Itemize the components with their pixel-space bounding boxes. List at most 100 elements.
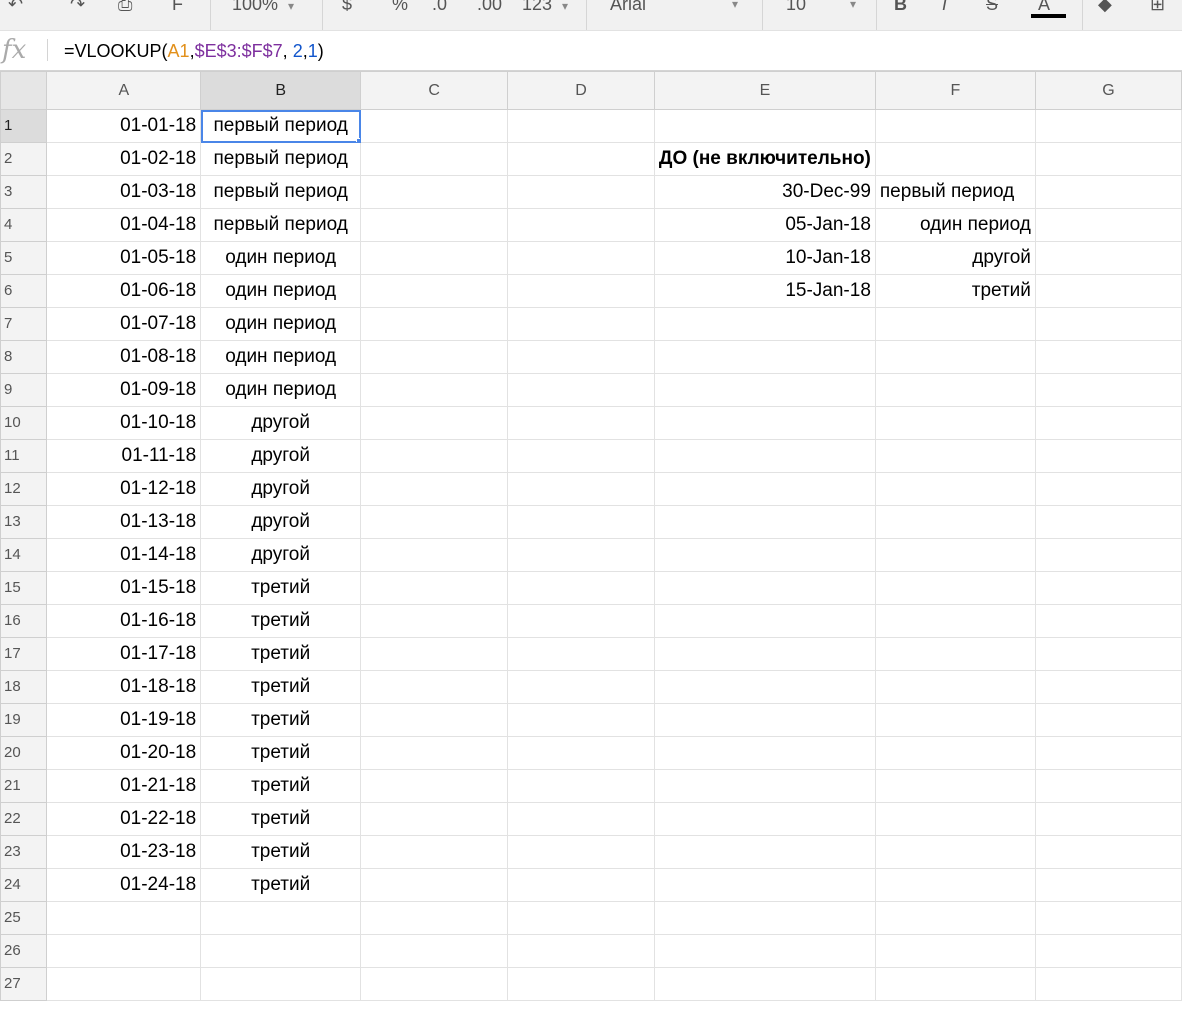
cell-b[interactable]: другой: [200, 406, 362, 440]
font-select[interactable]: Arial: [610, 0, 646, 17]
column-header-f[interactable]: F: [874, 71, 1036, 110]
cell-d[interactable]: [507, 901, 655, 935]
cell-e[interactable]: [653, 835, 876, 869]
row-header[interactable]: 2: [0, 142, 48, 176]
print-icon[interactable]: ⎙: [118, 0, 132, 17]
cell-f[interactable]: [874, 802, 1036, 836]
active-cell-b1[interactable]: первый период: [200, 109, 362, 143]
cell-b[interactable]: третий: [200, 769, 362, 803]
row-header[interactable]: 16: [0, 604, 48, 638]
row-header[interactable]: 13: [0, 505, 48, 539]
cell-d[interactable]: [507, 373, 655, 407]
cell-c[interactable]: [360, 571, 509, 605]
row-header[interactable]: 3: [0, 175, 48, 209]
cell-a[interactable]: 01-04-18: [46, 208, 202, 242]
column-header-g[interactable]: G: [1034, 71, 1182, 110]
cell-g[interactable]: [1034, 241, 1182, 275]
cell-f[interactable]: другой: [874, 241, 1036, 275]
cell-g[interactable]: [1034, 472, 1182, 506]
cell-e[interactable]: [653, 637, 876, 671]
cell-e[interactable]: [653, 439, 876, 473]
cell-c[interactable]: [360, 901, 509, 935]
percent-format-button[interactable]: %: [392, 0, 408, 17]
cell-e[interactable]: [653, 604, 876, 638]
row-header[interactable]: 7: [0, 307, 48, 341]
cell-d[interactable]: [507, 703, 655, 737]
cell-e[interactable]: [653, 571, 876, 605]
cell-a[interactable]: 01-08-18: [46, 340, 202, 374]
column-header-c[interactable]: C: [360, 71, 509, 110]
cell-c[interactable]: [360, 208, 509, 242]
cell-a[interactable]: 01-13-18: [46, 505, 202, 539]
cell-a[interactable]: 01-09-18: [46, 373, 202, 407]
cell-b[interactable]: третий: [200, 736, 362, 770]
cell-a[interactable]: [46, 934, 202, 968]
cell-f[interactable]: [874, 637, 1036, 671]
column-header-e[interactable]: E: [653, 71, 876, 110]
cell-d[interactable]: [507, 406, 655, 440]
fill-color-icon[interactable]: ◆: [1098, 0, 1112, 17]
cell-b[interactable]: один период: [200, 340, 362, 374]
cell-g[interactable]: [1034, 670, 1182, 704]
row-header[interactable]: 19: [0, 703, 48, 737]
row-header[interactable]: 26: [0, 934, 48, 968]
cell-a[interactable]: 01-24-18: [46, 868, 202, 902]
cell-a[interactable]: [46, 967, 202, 1001]
cell-d[interactable]: [507, 571, 655, 605]
row-header[interactable]: 20: [0, 736, 48, 770]
cell-e[interactable]: 05-Jan-18: [653, 208, 876, 242]
row-header[interactable]: 15: [0, 571, 48, 605]
cell-a[interactable]: 01-19-18: [46, 703, 202, 737]
cell-e[interactable]: [653, 109, 876, 143]
cell-b[interactable]: один период: [200, 274, 362, 308]
cell-b[interactable]: третий: [200, 604, 362, 638]
cell-f[interactable]: [874, 307, 1036, 341]
cell-a[interactable]: 01-07-18: [46, 307, 202, 341]
cell-b[interactable]: первый период: [200, 175, 362, 209]
cell-d[interactable]: [507, 967, 655, 1001]
cell-c[interactable]: [360, 703, 509, 737]
cell-g[interactable]: [1034, 901, 1182, 935]
cell-b[interactable]: [200, 934, 362, 968]
cell-e[interactable]: [653, 670, 876, 704]
italic-button[interactable]: I: [942, 0, 947, 17]
cell-e[interactable]: 15-Jan-18: [653, 274, 876, 308]
cell-g[interactable]: [1034, 604, 1182, 638]
cell-g[interactable]: [1034, 505, 1182, 539]
row-header[interactable]: 4: [0, 208, 48, 242]
cell-g[interactable]: [1034, 307, 1182, 341]
cell-g[interactable]: [1034, 736, 1182, 770]
cell-a[interactable]: 01-17-18: [46, 637, 202, 671]
cell-b[interactable]: [200, 967, 362, 1001]
cell-c[interactable]: [360, 736, 509, 770]
column-header-a[interactable]: A: [46, 71, 202, 110]
cell-f[interactable]: [874, 142, 1036, 176]
select-all-corner[interactable]: [0, 71, 48, 110]
cell-a[interactable]: 01-11-18: [46, 439, 202, 473]
cell-f[interactable]: [874, 604, 1036, 638]
cell-c[interactable]: [360, 934, 509, 968]
column-header-d[interactable]: D: [507, 71, 655, 110]
cell-e[interactable]: 10-Jan-18: [653, 241, 876, 275]
cell-e[interactable]: [653, 736, 876, 770]
cell-a[interactable]: 01-06-18: [46, 274, 202, 308]
cell-c[interactable]: [360, 967, 509, 1001]
cell-g[interactable]: [1034, 406, 1182, 440]
cell-f[interactable]: первый период: [874, 175, 1036, 209]
cell-a[interactable]: 01-10-18: [46, 406, 202, 440]
row-header[interactable]: 8: [0, 340, 48, 374]
cell-f[interactable]: третий: [874, 274, 1036, 308]
cell-e[interactable]: [653, 967, 876, 1001]
cell-e[interactable]: 30-Dec-99: [653, 175, 876, 209]
cell-f[interactable]: [874, 373, 1036, 407]
row-header[interactable]: 5: [0, 241, 48, 275]
cell-f[interactable]: один период: [874, 208, 1036, 242]
cell-f[interactable]: [874, 571, 1036, 605]
cell-g[interactable]: [1034, 769, 1182, 803]
borders-icon[interactable]: ⊞: [1150, 0, 1165, 17]
row-header[interactable]: 22: [0, 802, 48, 836]
cell-a[interactable]: 01-03-18: [46, 175, 202, 209]
cell-a[interactable]: 01-05-18: [46, 241, 202, 275]
cell-e[interactable]: [653, 307, 876, 341]
row-header[interactable]: 9: [0, 373, 48, 407]
